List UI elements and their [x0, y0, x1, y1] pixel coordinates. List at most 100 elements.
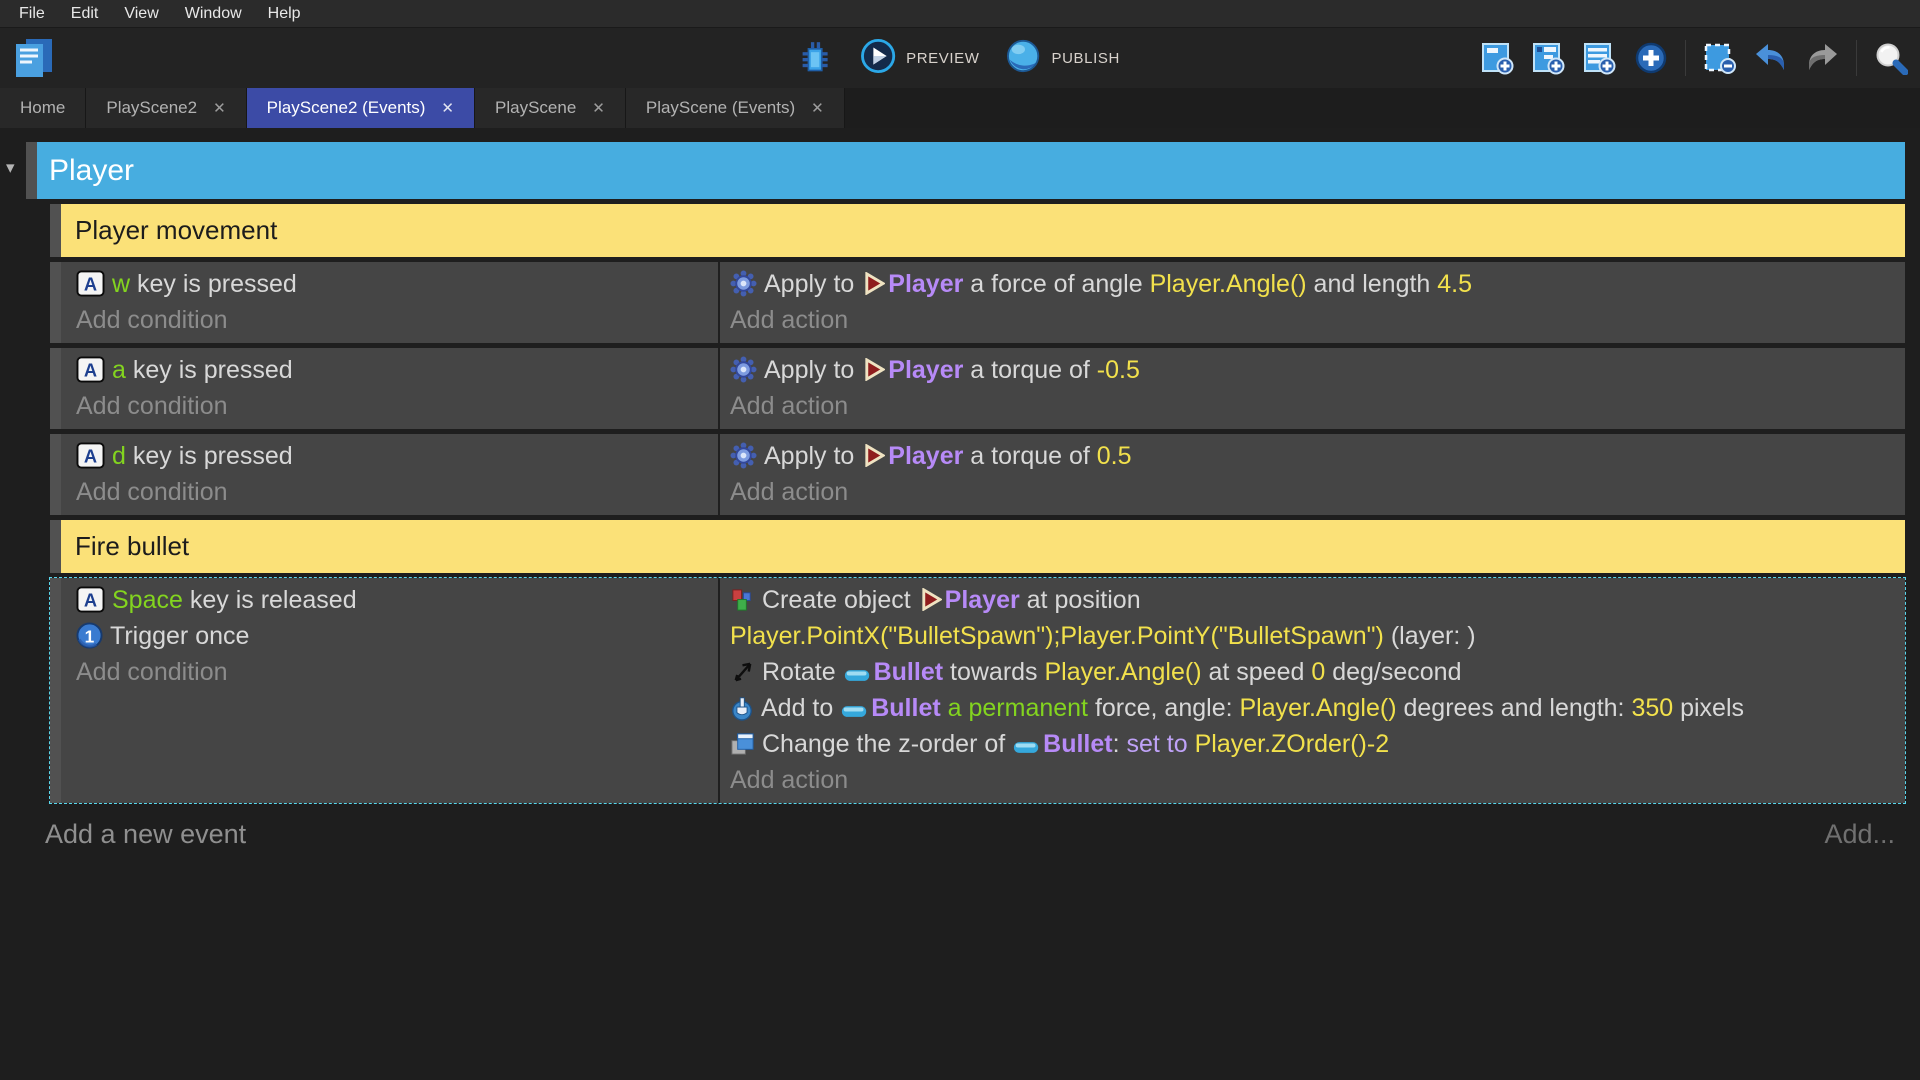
tab-playscene[interactable]: PlayScene ✕ [475, 88, 626, 128]
key-name: a [112, 356, 133, 384]
event-body: Aw key is pressed Add condition Apply to P… [61, 262, 1905, 343]
preview-button[interactable]: PREVIEW [860, 38, 979, 78]
comment-text[interactable]: Fire bullet [61, 520, 1905, 573]
toolbar-right [1481, 28, 1908, 88]
actions-cell[interactable]: Create object Player at position Player.… [720, 578, 1905, 803]
condition[interactable]: 1 Trigger once [76, 618, 710, 654]
add-action-button[interactable]: Add action [730, 762, 1895, 798]
event-drag-handle[interactable] [50, 204, 61, 257]
expression: Player.Angle() [1044, 658, 1202, 686]
add-condition-button[interactable]: Add condition [76, 474, 710, 510]
publish-button[interactable]: PUBLISH [1006, 38, 1120, 78]
text: Rotate [762, 658, 843, 686]
add-condition-button[interactable]: Add condition [76, 302, 710, 338]
svg-text:1: 1 [85, 626, 95, 646]
add-new-event-button[interactable]: Add a new event [45, 819, 246, 850]
standard-event[interactable]: Ad key is pressed Add condition Apply to P… [50, 434, 1905, 515]
tab-playscene2-events[interactable]: PlayScene2 (Events) ✕ [246, 88, 475, 128]
redo-icon[interactable] [1805, 41, 1839, 75]
tab-label: PlayScene2 [106, 98, 198, 117]
event-body: Ad key is pressed Add condition Apply to P… [61, 434, 1905, 515]
condition[interactable]: A Space key is released [76, 582, 710, 618]
condition[interactable]: Ad key is pressed [76, 438, 710, 474]
menu-item-window[interactable]: Window [172, 5, 255, 23]
add-comment-event-icon[interactable] [1583, 41, 1617, 75]
standard-event[interactable]: Aw key is pressed Add condition Apply to P… [50, 262, 1905, 343]
menu-item-view[interactable]: View [111, 5, 171, 23]
text: : [1112, 730, 1127, 758]
add-action-button[interactable]: Add action [730, 302, 1895, 338]
action[interactable]: Apply to Player a force of angle Player.… [730, 266, 1895, 302]
group-title: Player [49, 153, 135, 187]
condition[interactable]: Aa key is pressed [76, 352, 710, 388]
conditions-cell[interactable]: Ad key is pressed Add condition [61, 434, 720, 515]
standard-event[interactable]: Aa key is pressed Add condition Apply to P… [50, 348, 1905, 429]
object-name: Player [888, 356, 964, 384]
tab-home[interactable]: Home [0, 88, 87, 128]
comment-event[interactable]: Fire bullet [50, 520, 1905, 573]
action[interactable]: Create object Player at position Player.… [730, 582, 1895, 654]
action[interactable]: Rotate Bullet towards Player.Angle() at … [730, 654, 1895, 690]
text: Apply to [764, 442, 862, 470]
project-manager-icon[interactable] [12, 36, 56, 80]
add-event-icon[interactable] [1481, 41, 1515, 75]
action[interactable]: Change the z-order of Bullet: set to Pla… [730, 726, 1895, 762]
event-drag-handle[interactable] [50, 578, 61, 803]
comment-event[interactable]: Player movement [50, 204, 1905, 257]
actions-cell[interactable]: Apply to Player a force of angle Player.… [720, 262, 1905, 343]
tab-playscene-events[interactable]: PlayScene (Events) ✕ [625, 88, 845, 128]
add-condition-button[interactable]: Add condition [76, 654, 710, 690]
toolbar-separator [1856, 40, 1857, 76]
add-action-button[interactable]: Add action [730, 474, 1895, 510]
group-event[interactable]: Player [26, 142, 1905, 199]
actions-cell[interactable]: Apply to Player a torque of -0.5 Add acti… [720, 348, 1905, 429]
text: (layer: ) [1383, 622, 1476, 650]
add-more-button[interactable]: Add... [1824, 819, 1895, 850]
text: Change the z-order of [762, 730, 1013, 758]
menu-item-edit[interactable]: Edit [58, 5, 112, 23]
keyboard-icon: A [76, 586, 112, 614]
add-circle-icon[interactable] [1634, 41, 1668, 75]
action[interactable]: Add to Bullet a permanent force, angle: … [730, 690, 1895, 726]
tab-close-icon[interactable]: ✕ [592, 99, 605, 117]
force-icon [730, 442, 764, 470]
conditions-cell[interactable]: Aw key is pressed Add condition [61, 262, 720, 343]
tab-close-icon[interactable]: ✕ [441, 99, 454, 117]
event-drag-handle[interactable] [50, 348, 61, 429]
add-subevent-icon[interactable] [1532, 41, 1566, 75]
tab-playscene2[interactable]: PlayScene2 ✕ [86, 88, 247, 128]
action[interactable]: Apply to Player a torque of 0.5 [730, 438, 1895, 474]
action[interactable]: Apply to Player a torque of -0.5 [730, 352, 1895, 388]
actions-cell[interactable]: Apply to Player a torque of 0.5 Add actio… [720, 434, 1905, 515]
delete-selection-icon[interactable] [1703, 41, 1737, 75]
debug-icon[interactable] [800, 41, 834, 75]
collapse-group-icon[interactable]: ▾ [6, 158, 15, 178]
add-action-button[interactable]: Add action [730, 388, 1895, 424]
object-name: Bullet [871, 694, 941, 722]
svg-text:A: A [84, 273, 97, 294]
group-header[interactable]: Player [37, 142, 1905, 199]
standard-event[interactable]: A Space key is released 1 Trigger once Add c… [49, 577, 1906, 804]
preview-label: PREVIEW [906, 49, 980, 67]
tab-close-icon[interactable]: ✕ [811, 99, 824, 117]
add-condition-button[interactable]: Add condition [76, 388, 710, 424]
comment-text[interactable]: Player movement [61, 204, 1905, 257]
conditions-cell[interactable]: A Space key is released 1 Trigger once Add c… [61, 578, 720, 803]
event-drag-handle[interactable] [50, 434, 61, 515]
condition[interactable]: Aw key is pressed [76, 266, 710, 302]
menu-item-file[interactable]: File [6, 5, 58, 23]
event-drag-handle[interactable] [26, 142, 37, 199]
text: deg/second [1325, 658, 1462, 686]
search-icon[interactable] [1874, 41, 1908, 75]
force-icon [730, 270, 764, 298]
events-sheet: ▾ Player Player movement Aw key is presse… [0, 128, 1920, 1080]
keyboard-icon: A [76, 356, 112, 384]
expression: Player.Angle() [1149, 270, 1307, 298]
event-drag-handle[interactable] [50, 520, 61, 573]
tab-close-icon[interactable]: ✕ [213, 99, 226, 117]
undo-icon[interactable] [1754, 41, 1788, 75]
object-name: Player [944, 586, 1020, 614]
event-drag-handle[interactable] [50, 262, 61, 343]
menu-item-help[interactable]: Help [255, 5, 314, 23]
conditions-cell[interactable]: Aa key is pressed Add condition [61, 348, 720, 429]
